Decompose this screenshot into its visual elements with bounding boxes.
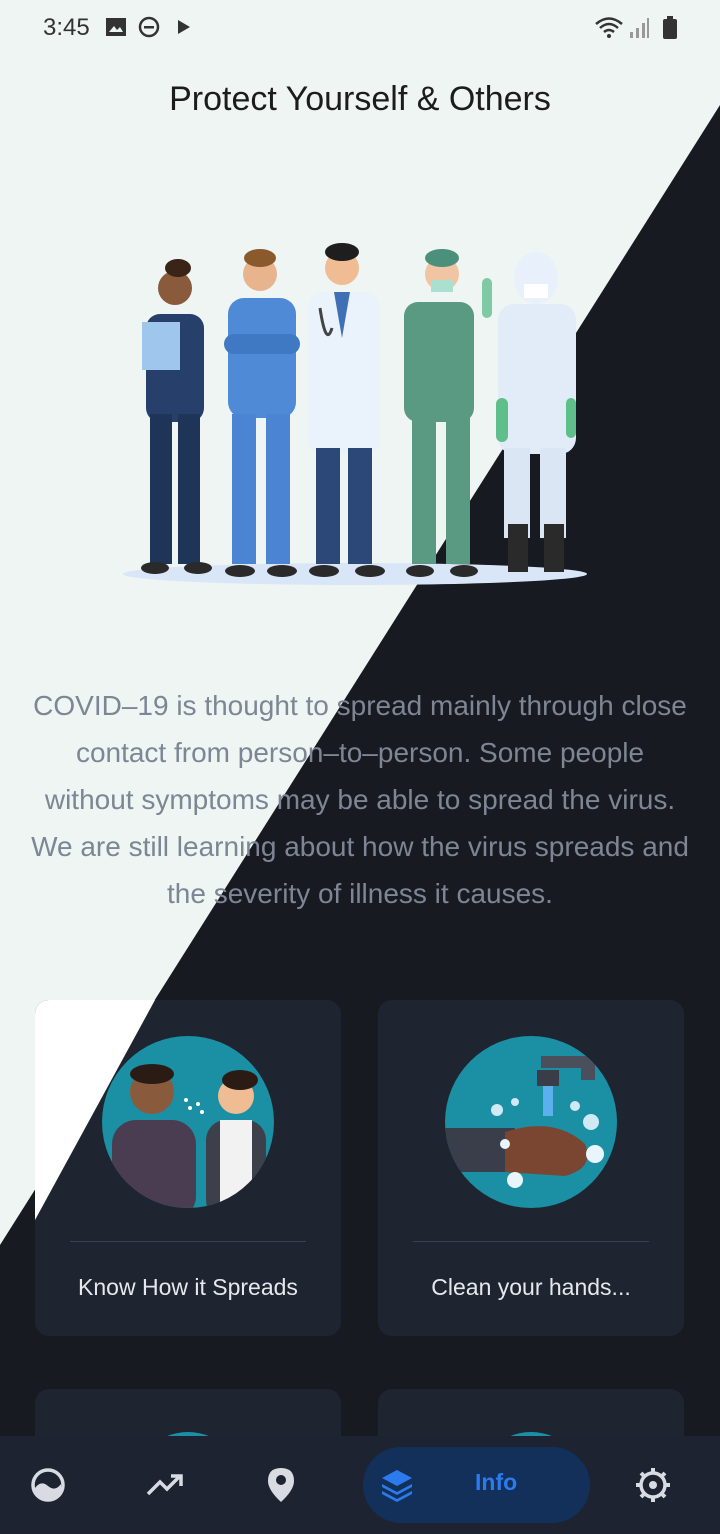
card-label: Clean your hands... — [431, 1274, 631, 1300]
battery-icon — [663, 16, 677, 39]
do-not-disturb-icon — [138, 16, 160, 38]
status-bar: 3:45 — [0, 0, 720, 56]
play-store-icon — [178, 20, 190, 34]
nav-trends[interactable] — [138, 1458, 192, 1512]
card-label: Know How it Spreads — [78, 1274, 298, 1300]
nav-overview[interactable] — [21, 1458, 75, 1512]
image-notification-icon — [106, 18, 126, 36]
trending-up-icon — [146, 1474, 183, 1496]
card-divider — [70, 1241, 306, 1242]
people-sneezing-illustration — [102, 1036, 274, 1208]
nav-info-icon-wrap[interactable] — [370, 1458, 424, 1512]
card-divider — [413, 1241, 649, 1242]
nurse-blue-figure — [224, 249, 300, 577]
surgeon-green-figure — [404, 249, 492, 577]
wifi-icon — [595, 17, 623, 38]
nurse-navy-figure — [141, 259, 212, 574]
card-know-how-it-spreads[interactable]: Know How it Spreads — [35, 1000, 341, 1336]
page-title: Protect Yourself & Others — [169, 80, 551, 118]
card-clean-your-hands[interactable]: Clean your hands... — [378, 1000, 684, 1336]
nav-map[interactable] — [254, 1458, 308, 1512]
location-pin-icon — [268, 1468, 294, 1502]
bottom-navigation: Info — [0, 1436, 720, 1534]
globe-icon — [31, 1468, 65, 1502]
nav-settings[interactable] — [626, 1458, 680, 1512]
gear-icon — [636, 1468, 670, 1502]
doctor-figure — [308, 243, 385, 577]
signal-icon — [630, 18, 649, 38]
covid-description: COVID–19 is thought to spread mainly thr… — [31, 690, 689, 909]
healthcare-workers-illustration — [123, 243, 587, 585]
ppe-suit-figure — [496, 252, 576, 572]
status-time: 3:45 — [43, 14, 90, 41]
handwashing-illustration — [445, 1036, 617, 1208]
layers-icon — [382, 1470, 412, 1502]
nav-info-label[interactable]: Info — [475, 1469, 517, 1496]
